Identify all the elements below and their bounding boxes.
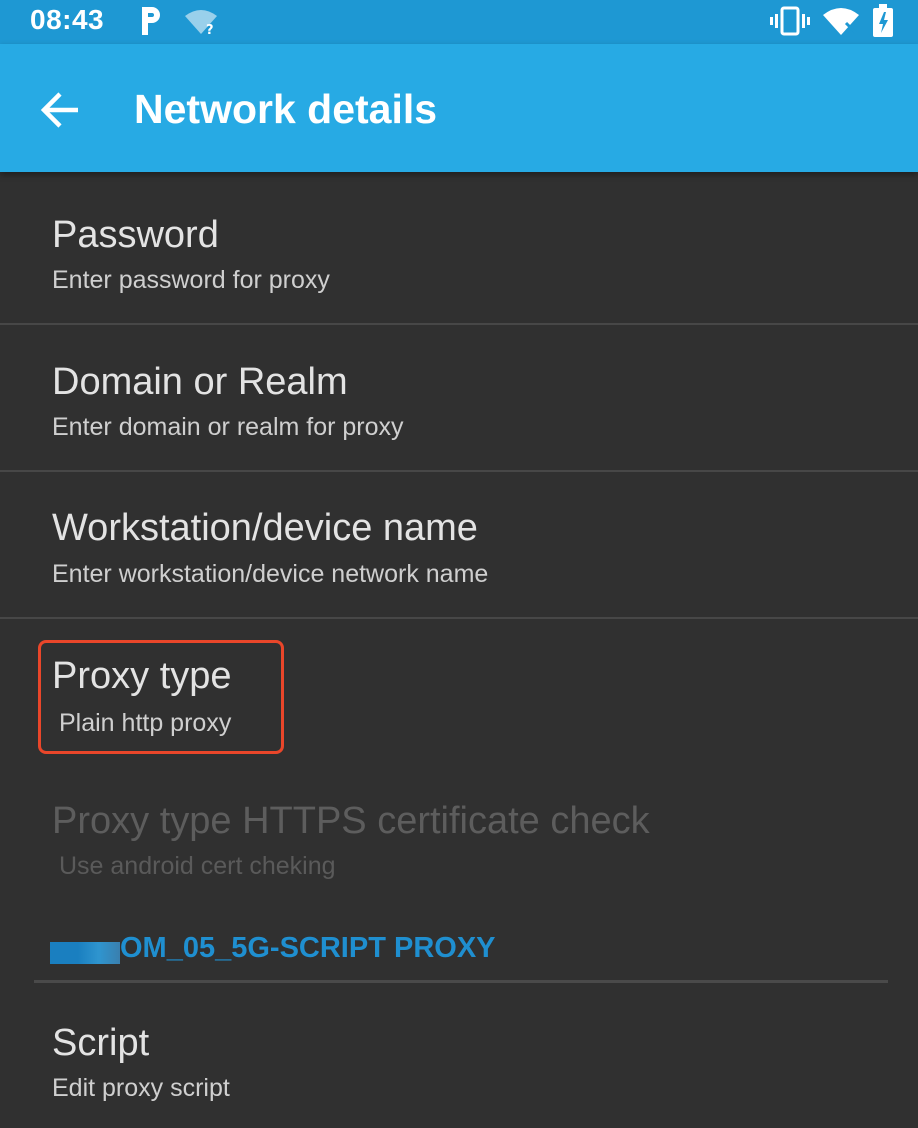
pref-summary: Enter workstation/device network name	[52, 560, 489, 588]
workstation-name-preference[interactable]: Workstation/device name Enter workstatio…	[0, 472, 918, 618]
https-cert-check-preference: Proxy type HTTPS certificate check Use a…	[0, 766, 918, 912]
pref-summary: Use android cert cheking	[59, 852, 336, 880]
domain-realm-preference[interactable]: Domain or Realm Enter domain or realm fo…	[0, 325, 918, 471]
category-divider	[34, 980, 888, 983]
battery-icon	[872, 4, 894, 43]
parking-app-icon	[138, 5, 164, 42]
highlight-box	[38, 640, 284, 754]
pref-title: Password	[52, 214, 219, 256]
app-bar: Network details	[0, 44, 918, 172]
wifi-question-icon: ?	[184, 8, 222, 41]
status-bar: 08:43 ?	[0, 0, 918, 44]
back-button[interactable]	[30, 82, 90, 142]
vibrate-icon	[770, 6, 810, 41]
redacted-block	[50, 942, 120, 964]
page-title: Network details	[134, 86, 438, 132]
status-time: 08:43	[30, 4, 105, 35]
pref-title: Proxy type HTTPS certificate check	[52, 800, 650, 842]
pref-summary: Edit proxy script	[52, 1074, 230, 1102]
category-header: OM_05_5G-SCRIPT PROXY	[120, 932, 496, 964]
wifi-x-icon	[822, 6, 862, 41]
pref-title: Workstation/device name	[52, 507, 478, 549]
preference-list: Password Enter password for proxy Domain…	[0, 176, 918, 1128]
svg-text:?: ?	[206, 23, 214, 36]
pref-title: Domain or Realm	[52, 361, 348, 403]
password-preference[interactable]: Password Enter password for proxy	[0, 176, 918, 324]
pref-title: Script	[52, 1022, 150, 1064]
script-preference[interactable]: Script Edit proxy script	[0, 984, 918, 1128]
pref-summary: Enter password for proxy	[52, 266, 330, 294]
pref-summary: Enter domain or realm for proxy	[52, 413, 404, 441]
arrow-back-icon	[40, 91, 80, 133]
